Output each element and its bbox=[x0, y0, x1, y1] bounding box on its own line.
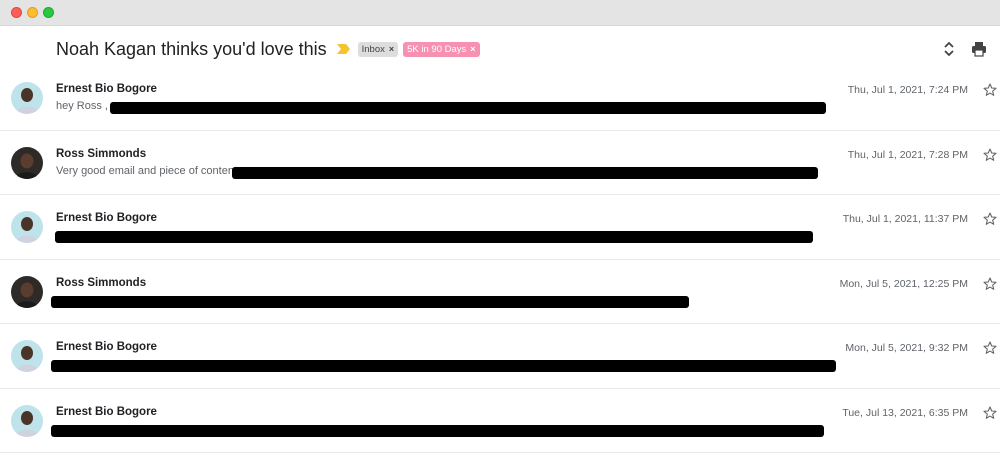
message-item[interactable]: Ernest Bio Bogore Tue, Jul 13, 2021, 6:3… bbox=[0, 389, 1000, 453]
label-chip-inbox: Inbox × bbox=[357, 41, 399, 57]
remove-label-button[interactable]: × bbox=[470, 42, 475, 57]
avatar bbox=[11, 211, 43, 243]
message-date: Thu, Jul 1, 2021, 7:28 PM bbox=[847, 148, 968, 161]
email-window: Noah Kagan thinks you'd love this Inbox … bbox=[0, 0, 1000, 463]
message-date: Mon, Jul 5, 2021, 9:32 PM bbox=[845, 342, 968, 354]
label-chip-text: 5K in 90 Days bbox=[407, 43, 467, 55]
print-icon[interactable] bbox=[970, 40, 988, 58]
redaction-bar bbox=[110, 102, 826, 114]
label-chip-text: Inbox bbox=[361, 43, 385, 55]
message-date: Tue, Jul 13, 2021, 6:35 PM bbox=[842, 406, 968, 419]
redaction-bar bbox=[51, 295, 689, 308]
minimize-window-button[interactable] bbox=[27, 7, 38, 18]
message-list: Ernest Bio Bogore hey Ross , Thu, Jul 1,… bbox=[0, 66, 1000, 453]
message-snippet: Very good email and piece of content bbox=[56, 164, 238, 177]
redaction-bar bbox=[51, 424, 824, 437]
star-icon[interactable] bbox=[982, 211, 998, 227]
message-date: Mon, Jul 5, 2021, 12:25 PM bbox=[839, 277, 968, 290]
message-date: Thu, Jul 1, 2021, 7:24 PM bbox=[847, 84, 968, 96]
sender-name: Ernest Bio Bogore bbox=[56, 83, 157, 95]
avatar bbox=[11, 82, 43, 114]
avatar bbox=[11, 146, 43, 179]
star-icon[interactable] bbox=[982, 340, 998, 356]
message-date: Thu, Jul 1, 2021, 11:37 PM bbox=[842, 213, 968, 225]
sender-name: Ross Simmonds bbox=[56, 147, 147, 160]
avatar bbox=[11, 275, 43, 308]
sender-name: Ernest Bio Bogore bbox=[56, 212, 157, 224]
close-window-button[interactable] bbox=[11, 7, 22, 18]
sender-name: Ernest Bio Bogore bbox=[56, 405, 157, 418]
thread-actions bbox=[928, 40, 988, 58]
star-icon[interactable] bbox=[982, 147, 998, 163]
message-item[interactable]: Ross Simmonds Mon, Jul 5, 2021, 12:25 PM bbox=[0, 260, 1000, 324]
message-snippet: hey Ross , bbox=[56, 100, 108, 112]
message-item[interactable]: Ernest Bio Bogore hey Ross , Thu, Jul 1,… bbox=[0, 66, 1000, 131]
sender-name: Ross Simmonds bbox=[56, 276, 147, 289]
importance-marker-icon[interactable] bbox=[336, 44, 350, 54]
zoom-window-button[interactable] bbox=[43, 7, 54, 18]
redaction-bar bbox=[51, 360, 836, 372]
star-icon[interactable] bbox=[982, 82, 998, 98]
redaction-bar bbox=[232, 166, 818, 179]
message-item[interactable]: Ernest Bio Bogore Mon, Jul 5, 2021, 9:32… bbox=[0, 324, 1000, 389]
message-item[interactable]: Ross Simmonds Very good email and piece … bbox=[0, 131, 1000, 195]
window-titlebar bbox=[0, 0, 1000, 26]
message-item[interactable]: Ernest Bio Bogore Thu, Jul 1, 2021, 11:3… bbox=[0, 195, 1000, 260]
expand-collapse-icon[interactable] bbox=[940, 40, 958, 58]
star-icon[interactable] bbox=[982, 276, 998, 292]
remove-label-button[interactable]: × bbox=[389, 42, 394, 57]
star-icon[interactable] bbox=[982, 405, 998, 421]
avatar bbox=[11, 404, 43, 437]
label-chip-5k-in-90-days: 5K in 90 Days × bbox=[403, 41, 480, 57]
thread-subject: Noah Kagan thinks you'd love this bbox=[56, 38, 327, 59]
avatar bbox=[11, 340, 43, 372]
redaction-bar bbox=[55, 231, 813, 243]
sender-name: Ernest Bio Bogore bbox=[56, 341, 157, 353]
